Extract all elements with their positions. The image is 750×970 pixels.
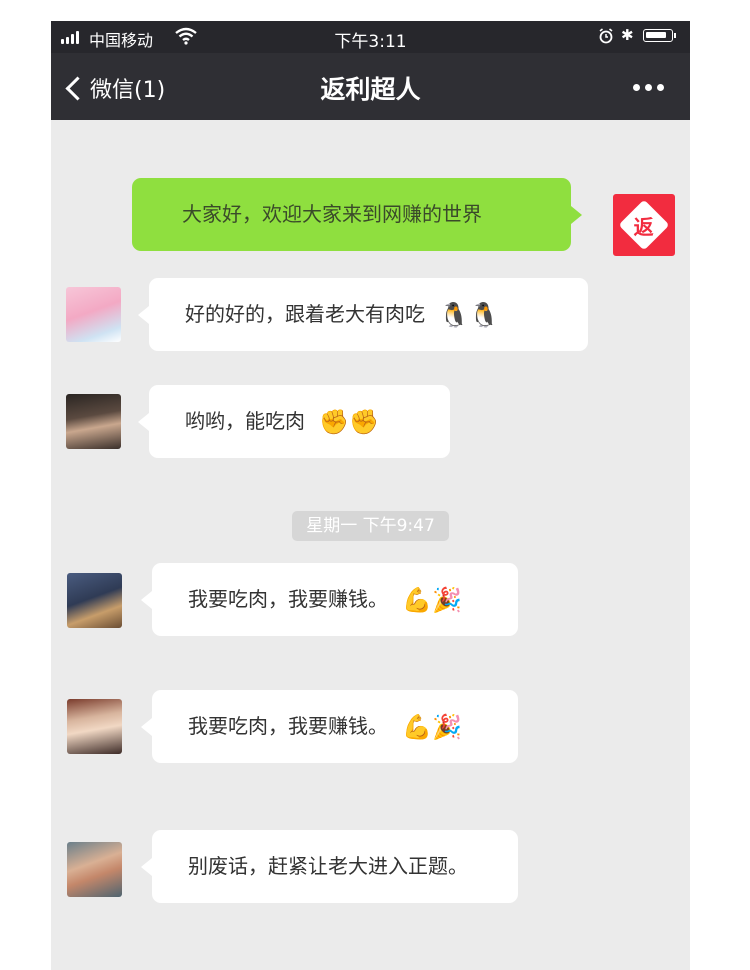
- message-text: 大家好，欢迎大家来到网赚的世界: [182, 202, 482, 226]
- alarm-icon: [599, 28, 613, 44]
- brand-logo-char: 返: [634, 214, 654, 239]
- message-text: 我要吃肉，我要赚钱。: [188, 714, 388, 738]
- avatar-brand[interactable]: 返: [613, 194, 675, 256]
- avatar[interactable]: [67, 573, 122, 628]
- avatar[interactable]: [67, 842, 122, 897]
- more-dot-icon: [633, 84, 640, 91]
- penguin-emoji-icon: 🐧🐧: [439, 301, 500, 329]
- message-bubble-incoming[interactable]: 我要吃肉，我要赚钱。 💪🎉: [141, 563, 518, 636]
- chat-area[interactable]: 大家好，欢迎大家来到网赚的世界 返 好的好的，跟着老大有肉吃 🐧🐧 哟哟，能吃肉…: [51, 120, 690, 970]
- battery-icon: [643, 29, 676, 42]
- brand-logo-icon: 返: [618, 199, 670, 251]
- chat-title: 返利超人: [320, 75, 421, 104]
- message-text: 哟哟，能吃肉: [185, 409, 305, 433]
- nav-bar: 微信(1) 返利超人: [51, 53, 690, 120]
- message-bubble-incoming[interactable]: 哟哟，能吃肉 ✊✊: [138, 385, 450, 458]
- muscle-party-emoji-icon: 💪🎉: [402, 713, 463, 741]
- message-bubble-incoming[interactable]: 好的好的，跟着老大有肉吃 🐧🐧: [138, 278, 588, 351]
- bluetooth-icon: ✱: [621, 26, 634, 44]
- message-text: 好的好的，跟着老大有肉吃: [185, 302, 425, 326]
- more-options-button[interactable]: [633, 84, 664, 91]
- message-bubble-incoming[interactable]: 别废话，赶紧让老大进入正题。: [141, 830, 518, 903]
- clock: 下午3:11: [334, 32, 407, 52]
- more-dot-icon: [645, 84, 652, 91]
- message-bubble-outgoing[interactable]: 大家好，欢迎大家来到网赚的世界: [132, 178, 582, 251]
- avatar[interactable]: [66, 287, 121, 342]
- timestamp-divider: 星期一 下午9:47: [292, 511, 449, 541]
- fist-emoji-icon: ✊✊: [319, 408, 380, 436]
- avatar[interactable]: [66, 394, 121, 449]
- message-text: 我要吃肉，我要赚钱。: [188, 587, 388, 611]
- avatar[interactable]: [67, 699, 122, 754]
- status-bar: 中国移动 下午3:11 ✱: [51, 21, 690, 53]
- message-text: 别废话，赶紧让老大进入正题。: [188, 854, 468, 878]
- phone-screen: 中国移动 下午3:11 ✱ 微信(1) 返利超人 大家好，欢迎大家来到网赚的世界…: [51, 21, 690, 970]
- muscle-party-emoji-icon: 💪🎉: [402, 586, 463, 614]
- message-bubble-incoming[interactable]: 我要吃肉，我要赚钱。 💪🎉: [141, 690, 518, 763]
- more-dot-icon: [657, 84, 664, 91]
